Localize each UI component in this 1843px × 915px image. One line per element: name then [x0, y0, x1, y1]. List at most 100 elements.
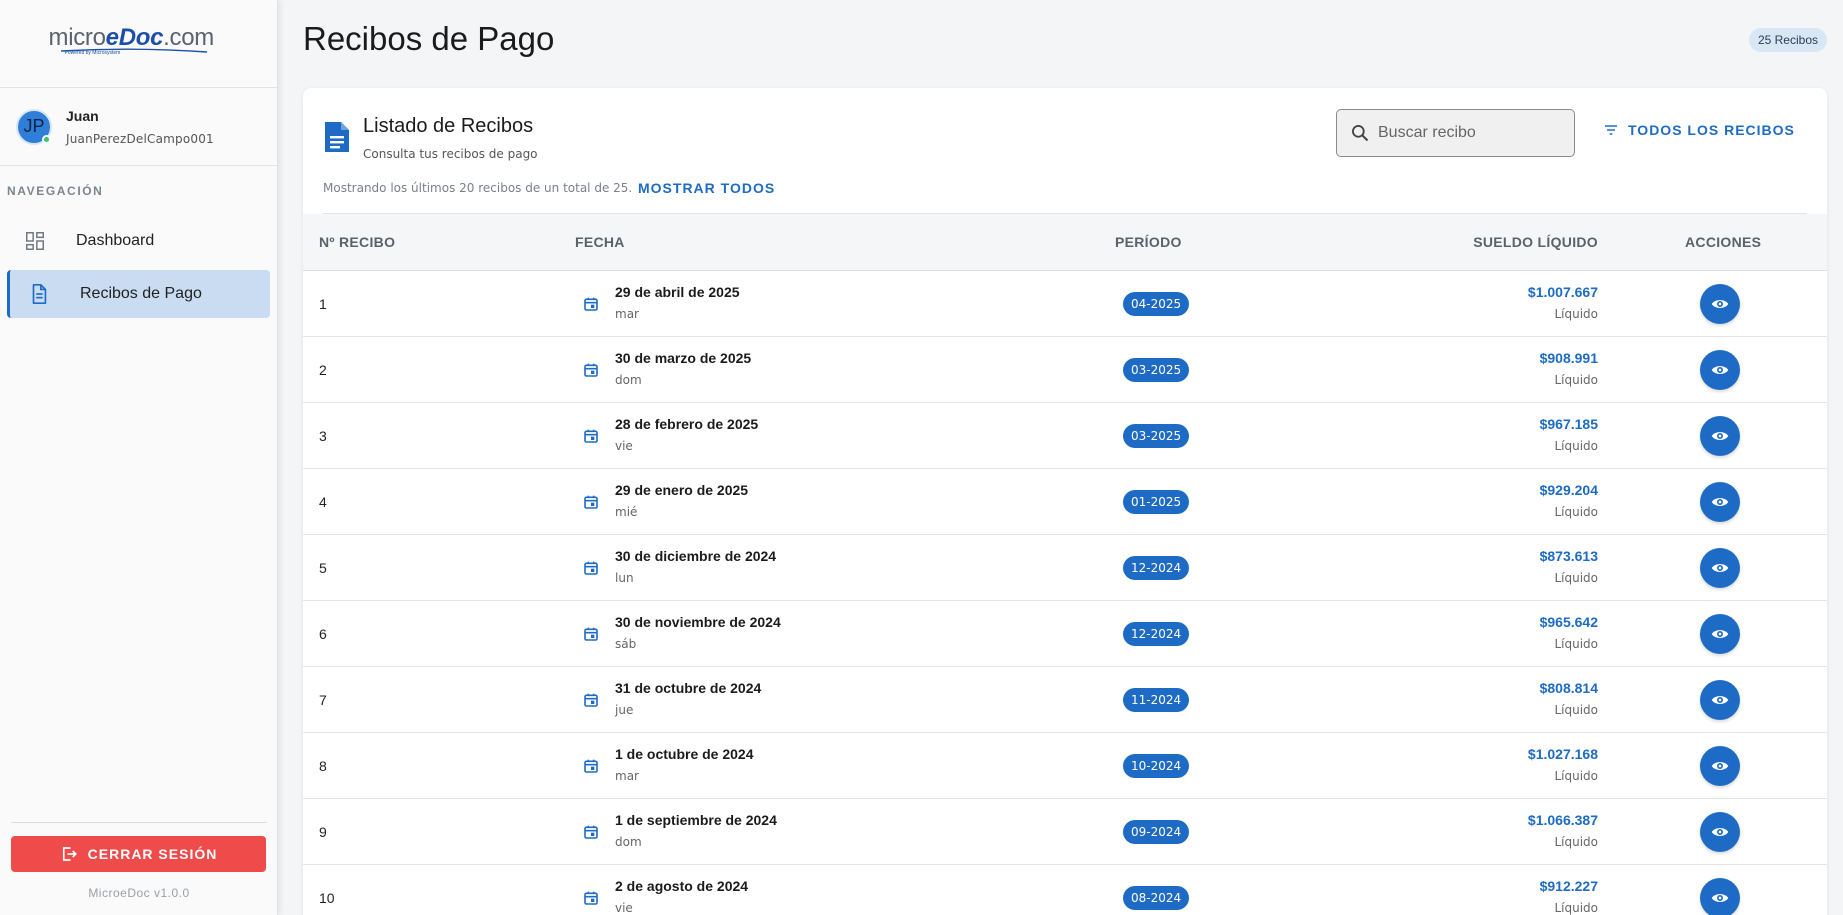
table-row[interactable]: 9 1 de septiembre de 2024 dom 09-2024 $1…: [303, 799, 1827, 865]
filter-icon: [1605, 125, 1617, 135]
net-salary-amount: $1.066.387: [1527, 812, 1598, 828]
view-receipt-button[interactable]: [1700, 812, 1740, 852]
receipt-date: 30 de marzo de 2025: [615, 350, 752, 366]
receipts-card: Listado de Recibos Consulta tus recibos …: [303, 88, 1827, 915]
eye-icon: [1711, 894, 1729, 902]
sidebar-item-recibos[interactable]: Recibos de Pago: [7, 270, 270, 318]
sidebar-item-dashboard[interactable]: Dashboard: [7, 217, 270, 265]
receipt-number: 5: [319, 560, 327, 576]
receipt-number: 2: [319, 362, 327, 378]
column-header-date[interactable]: FECHA: [575, 214, 625, 271]
eye-icon: [1711, 498, 1729, 506]
view-receipt-button[interactable]: [1700, 350, 1740, 390]
column-header-period[interactable]: PERÍODO: [1115, 214, 1182, 271]
nav-header: NAVEGACIÓN: [7, 184, 104, 198]
column-header-salary[interactable]: SUELDO LÍQUIDO: [1473, 214, 1598, 271]
eye-icon: [1711, 630, 1729, 638]
receipt-weekday: mié: [615, 505, 638, 519]
net-salary-amount: $808.814: [1539, 680, 1598, 696]
view-receipt-button[interactable]: [1700, 614, 1740, 654]
logo-area: microeDoc.com Powered by Microsystem: [0, 0, 277, 88]
avatar: JP: [16, 108, 52, 145]
view-receipt-button[interactable]: [1700, 482, 1740, 522]
table-row[interactable]: 2 30 de marzo de 2025 dom 03-2025 $908.9…: [303, 337, 1827, 403]
showing-count-text: Mostrando los últimos 20 recibos de un t…: [323, 181, 633, 195]
table-row[interactable]: 4 29 de enero de 2025 mié 01-2025 $929.2…: [303, 469, 1827, 535]
view-receipt-button[interactable]: [1700, 878, 1740, 915]
eye-icon: [1711, 300, 1729, 308]
view-receipt-button[interactable]: [1700, 548, 1740, 588]
calendar-icon: [584, 693, 598, 707]
receipt-weekday: jue: [615, 703, 634, 717]
app-version: MicroeDoc v1.0.0: [88, 886, 190, 900]
calendar-icon: [584, 297, 598, 311]
view-receipt-button[interactable]: [1700, 416, 1740, 456]
show-all-button[interactable]: MOSTRAR TODOS: [638, 180, 775, 196]
receipt-list-icon: [325, 122, 349, 152]
receipt-weekday: vie: [615, 901, 633, 915]
view-receipt-button[interactable]: [1700, 680, 1740, 720]
logout-icon: [62, 847, 77, 861]
net-salary-label: Líquido: [1554, 439, 1598, 453]
receipt-date: 29 de enero de 2025: [615, 482, 749, 498]
sidebar-item-label: Dashboard: [76, 232, 155, 249]
search-box[interactable]: [1336, 109, 1575, 157]
table-row[interactable]: 3 28 de febrero de 2025 vie 03-2025 $967…: [303, 403, 1827, 469]
table-row[interactable]: 5 30 de diciembre de 2024 lun 12-2024 $8…: [303, 535, 1827, 601]
eye-icon: [1711, 432, 1729, 440]
net-salary-label: Líquido: [1554, 901, 1598, 915]
net-salary-label: Líquido: [1554, 835, 1598, 849]
logo[interactable]: microeDoc.com Powered by Microsystem: [49, 22, 229, 66]
receipt-weekday: dom: [615, 373, 642, 387]
net-salary-amount: $1.027.168: [1527, 746, 1598, 762]
receipt-weekday: mar: [615, 307, 639, 321]
receipt-number: 10: [319, 890, 335, 906]
view-receipt-button[interactable]: [1700, 746, 1740, 786]
net-salary-label: Líquido: [1554, 703, 1598, 717]
card-title: Listado de Recibos: [363, 115, 534, 137]
eye-icon: [1711, 696, 1729, 704]
search-input[interactable]: [1378, 124, 1558, 142]
calendar-icon: [584, 759, 598, 773]
calendar-icon: [584, 627, 598, 641]
logout-button[interactable]: CERRAR SESIÓN: [11, 836, 266, 872]
receipt-date: 2 de agosto de 2024: [615, 878, 749, 894]
view-receipt-button[interactable]: [1700, 284, 1740, 324]
table-row[interactable]: 7 31 de octubre de 2024 jue 11-2024 $808…: [303, 667, 1827, 733]
table-body: 1 29 de abril de 2025 mar 04-2025 $1.007…: [303, 271, 1827, 915]
document-icon: [32, 284, 47, 304]
sidebar-item-label: Recibos de Pago: [80, 285, 202, 302]
user-username: JuanPerezDelCampo001: [66, 131, 214, 146]
receipt-number: 6: [319, 626, 327, 642]
avatar-initials: JP: [23, 116, 45, 136]
user-profile[interactable]: JP Juan JuanPerezDelCampo001: [0, 88, 277, 166]
net-salary-label: Líquido: [1554, 571, 1598, 585]
calendar-icon: [584, 495, 598, 509]
receipt-date: 30 de diciembre de 2024: [615, 548, 777, 564]
table-row[interactable]: 1 29 de abril de 2025 mar 04-2025 $1.007…: [303, 271, 1827, 337]
page-title: Recibos de Pago: [303, 20, 555, 57]
period-badge: 03-2025: [1123, 358, 1190, 382]
receipt-count-badge: 25 Recibos: [1748, 28, 1827, 52]
table-row[interactable]: 10 2 de agosto de 2024 vie 08-2024 $912.…: [303, 865, 1827, 915]
receipt-weekday: lun: [615, 571, 634, 585]
net-salary-label: Líquido: [1554, 637, 1598, 651]
net-salary-label: Líquido: [1554, 769, 1598, 783]
sidebar: microeDoc.com Powered by Microsystem JP …: [0, 0, 278, 915]
receipt-number: 7: [319, 692, 327, 708]
user-name: Juan: [66, 107, 99, 124]
table-row[interactable]: 8 1 de octubre de 2024 mar 10-2024 $1.02…: [303, 733, 1827, 799]
period-badge: 03-2025: [1123, 424, 1190, 448]
receipt-date: 28 de febrero de 2025: [615, 416, 759, 432]
receipt-weekday: dom: [615, 835, 642, 849]
period-badge: 12-2024: [1123, 556, 1190, 580]
receipt-number: 3: [319, 428, 327, 444]
eye-icon: [1711, 564, 1729, 572]
column-header-number[interactable]: Nº RECIBO: [319, 214, 395, 271]
receipt-weekday: sáb: [615, 637, 637, 651]
table-row[interactable]: 6 30 de noviembre de 2024 sáb 12-2024 $9…: [303, 601, 1827, 667]
table-header: Nº RECIBO FECHA PERÍODO SUELDO LÍQUIDO A…: [303, 214, 1827, 271]
filter-all-receipts-button[interactable]: TODOS LOS RECIBOS: [1603, 122, 1795, 138]
calendar-icon: [584, 429, 598, 443]
card-subtitle: Consulta tus recibos de pago: [363, 147, 538, 161]
